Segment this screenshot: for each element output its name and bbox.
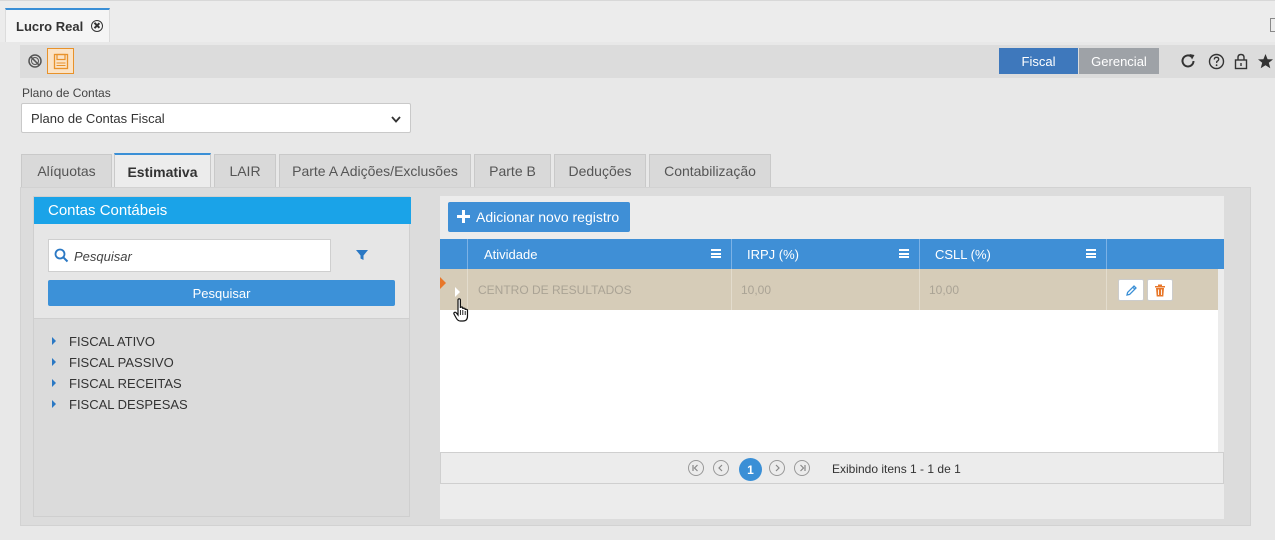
help-icon[interactable]	[1207, 52, 1225, 70]
search-icon	[54, 248, 69, 263]
refresh-icon[interactable]	[1179, 52, 1197, 70]
search-input[interactable]: Pesquisar	[48, 239, 331, 272]
current-page-button[interactable]: 1	[739, 458, 762, 481]
row-marker-icon	[440, 277, 446, 289]
column-header-csll[interactable]: CSLL (%)	[919, 239, 1106, 269]
column-title: CSLL (%)	[935, 246, 991, 262]
document-tabbar: Lucro Real	[0, 0, 1275, 42]
column-title: Atividade	[484, 246, 538, 262]
cancel-icon[interactable]	[21, 48, 48, 74]
expand-arrow-icon[interactable]	[52, 400, 56, 408]
toolbar: Fiscal Gerencial	[20, 45, 1275, 78]
tree-item-fiscal-despesas[interactable]: FISCAL DESPESAS	[52, 395, 188, 413]
search-placeholder: Pesquisar	[74, 249, 132, 264]
document-tab-title: Lucro Real	[16, 18, 84, 34]
plano-de-contas-value: Plano de Contas Fiscal	[31, 110, 165, 126]
table-row[interactable]: CENTRO DE RESULTADOS 10,00 10,00	[440, 269, 1218, 310]
tab-lair[interactable]: LAIR	[214, 154, 276, 187]
next-page-icon[interactable]	[769, 460, 785, 476]
first-page-icon[interactable]	[688, 460, 704, 476]
cell-atividade: CENTRO DE RESULTADOS	[467, 269, 731, 310]
edit-button[interactable]	[1118, 279, 1144, 301]
tab-parte-b[interactable]: Parte B	[474, 154, 551, 187]
tree-item-label: FISCAL ATIVO	[69, 333, 155, 349]
tab-estimativa[interactable]: Estimativa	[114, 153, 211, 188]
save-icon[interactable]	[47, 48, 74, 74]
tree-item-fiscal-passivo[interactable]: FISCAL PASSIVO	[52, 353, 174, 371]
column-header-atividade[interactable]: Atividade	[467, 239, 731, 269]
last-page-icon[interactable]	[794, 460, 810, 476]
grid-panel: Adicionar novo registro Atividade IRPJ (…	[440, 196, 1224, 519]
add-record-button[interactable]: Adicionar novo registro	[448, 202, 630, 232]
pencil-icon	[1125, 284, 1137, 296]
column-menu-icon[interactable]	[1086, 249, 1096, 258]
document-tab-lucro-real[interactable]: Lucro Real	[5, 8, 110, 42]
cell-actions	[1106, 269, 1218, 310]
close-tab-icon[interactable]	[91, 20, 104, 32]
tree-item-label: FISCAL DESPESAS	[69, 396, 188, 412]
cell-irpj: 10,00	[731, 269, 919, 310]
pesquisar-button[interactable]: Pesquisar	[48, 280, 395, 306]
star-icon[interactable]	[1256, 52, 1274, 70]
hand-cursor-icon	[453, 298, 469, 322]
expand-row-icon[interactable]	[455, 287, 460, 297]
add-record-label: Adicionar novo registro	[476, 209, 620, 225]
tree-item-fiscal-ativo[interactable]: FISCAL ATIVO	[52, 332, 155, 350]
tree-item-fiscal-receitas[interactable]: FISCAL RECEITAS	[52, 374, 182, 392]
plano-de-contas-label: Plano de Contas	[22, 86, 111, 100]
tab-aliquotas[interactable]: Alíquotas	[21, 154, 112, 187]
tab-parte-a[interactable]: Parte A Adições/Exclusões	[279, 154, 471, 187]
expand-arrow-icon[interactable]	[52, 379, 56, 387]
grid-header: Atividade IRPJ (%) CSLL (%)	[440, 239, 1224, 269]
column-header-irpj[interactable]: IRPJ (%)	[731, 239, 919, 269]
column-title: IRPJ (%)	[747, 246, 799, 262]
filter-icon[interactable]	[355, 248, 369, 262]
tab-contabilizacao[interactable]: Contabilização	[649, 154, 771, 187]
previous-page-icon[interactable]	[713, 460, 729, 476]
plus-icon	[457, 210, 470, 223]
pager-info: Exibindo itens 1 - 1 de 1	[832, 462, 961, 476]
expand-arrow-icon[interactable]	[52, 358, 56, 366]
panel-edge-icon[interactable]	[1270, 18, 1275, 32]
lock-icon[interactable]	[1232, 52, 1250, 70]
gerencial-mode-button[interactable]: Gerencial	[1079, 48, 1159, 74]
trash-icon	[1155, 284, 1165, 296]
tab-deducoes[interactable]: Deduções	[554, 154, 646, 187]
expand-arrow-icon[interactable]	[52, 337, 56, 345]
column-menu-icon[interactable]	[711, 249, 721, 258]
search-area: Pesquisar Pesquisar	[34, 224, 409, 319]
column-menu-icon[interactable]	[899, 249, 909, 258]
plano-de-contas-select[interactable]: Plano de Contas Fiscal	[21, 103, 411, 133]
contas-contabeis-panel: Contas Contábeis Pesquisar Pesquisar FIS…	[33, 196, 411, 517]
tree-item-label: FISCAL PASSIVO	[69, 354, 174, 370]
grid-pager: 1 Exibindo itens 1 - 1 de 1	[440, 452, 1224, 484]
contas-contabeis-header: Contas Contábeis	[34, 197, 411, 224]
tree-item-label: FISCAL RECEITAS	[69, 375, 182, 391]
cell-csll: 10,00	[919, 269, 1106, 310]
grid-body: CENTRO DE RESULTADOS 10,00 10,00	[440, 269, 1218, 452]
fiscal-mode-button[interactable]: Fiscal	[999, 48, 1078, 74]
column-header-actions	[1106, 239, 1224, 269]
delete-button[interactable]	[1147, 279, 1173, 301]
chevron-down-icon	[391, 116, 401, 123]
